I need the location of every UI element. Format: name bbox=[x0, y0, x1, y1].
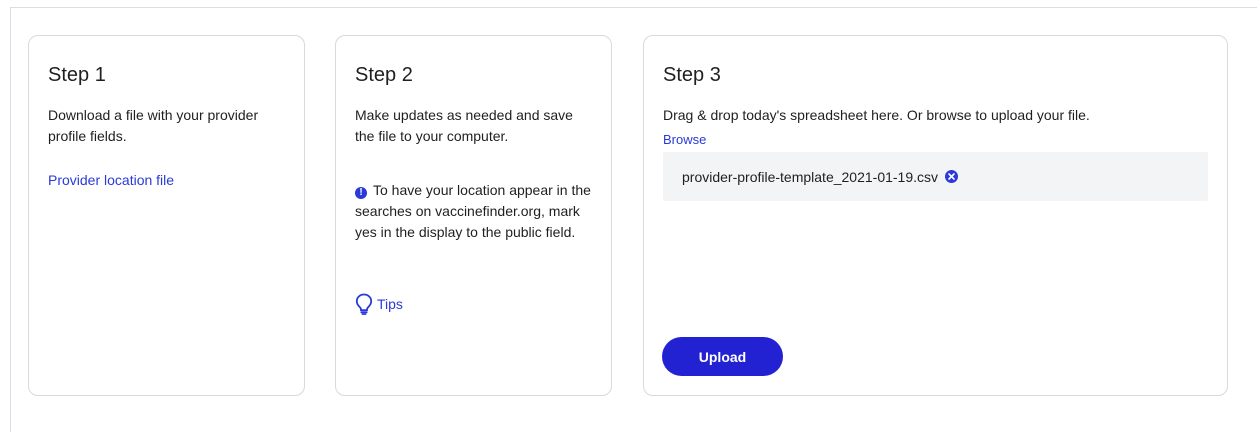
file-dropzone[interactable]: provider-profile-template_2021-01-19.csv bbox=[663, 152, 1208, 201]
step-3-instructions: Drag & drop today's spreadsheet here. Or… bbox=[663, 107, 1090, 123]
info-note-text: To have your location appear in the sear… bbox=[355, 182, 591, 240]
lightbulb-icon bbox=[355, 293, 373, 315]
upload-button[interactable]: Upload bbox=[662, 337, 783, 376]
close-circle-icon bbox=[948, 173, 955, 180]
info-note: ! To have your location appear in the sea… bbox=[355, 180, 595, 243]
selected-file-name: provider-profile-template_2021-01-19.csv bbox=[682, 168, 939, 185]
browse-link[interactable]: Browse bbox=[663, 131, 706, 149]
step-1-card: Step 1 Download a file with your provide… bbox=[28, 35, 305, 396]
step-2-title: Step 2 bbox=[355, 64, 413, 86]
step-1-title: Step 1 bbox=[48, 64, 106, 86]
tips-label: Tips bbox=[377, 295, 403, 312]
step-3-title: Step 3 bbox=[663, 64, 721, 86]
provider-location-file-link[interactable]: Provider location file bbox=[48, 170, 174, 191]
step-2-description: Make updates as needed and save the file… bbox=[355, 107, 573, 144]
remove-file-button[interactable] bbox=[945, 170, 959, 183]
step-1-description: Download a file with your provider profi… bbox=[48, 107, 259, 144]
step-3-card: Step 3 Drag & drop today's spreadsheet h… bbox=[643, 35, 1228, 396]
step-2-card: Step 2 Make updates as needed and save t… bbox=[335, 35, 612, 396]
tips-link[interactable]: Tips bbox=[355, 293, 403, 315]
info-icon: ! bbox=[355, 187, 367, 199]
